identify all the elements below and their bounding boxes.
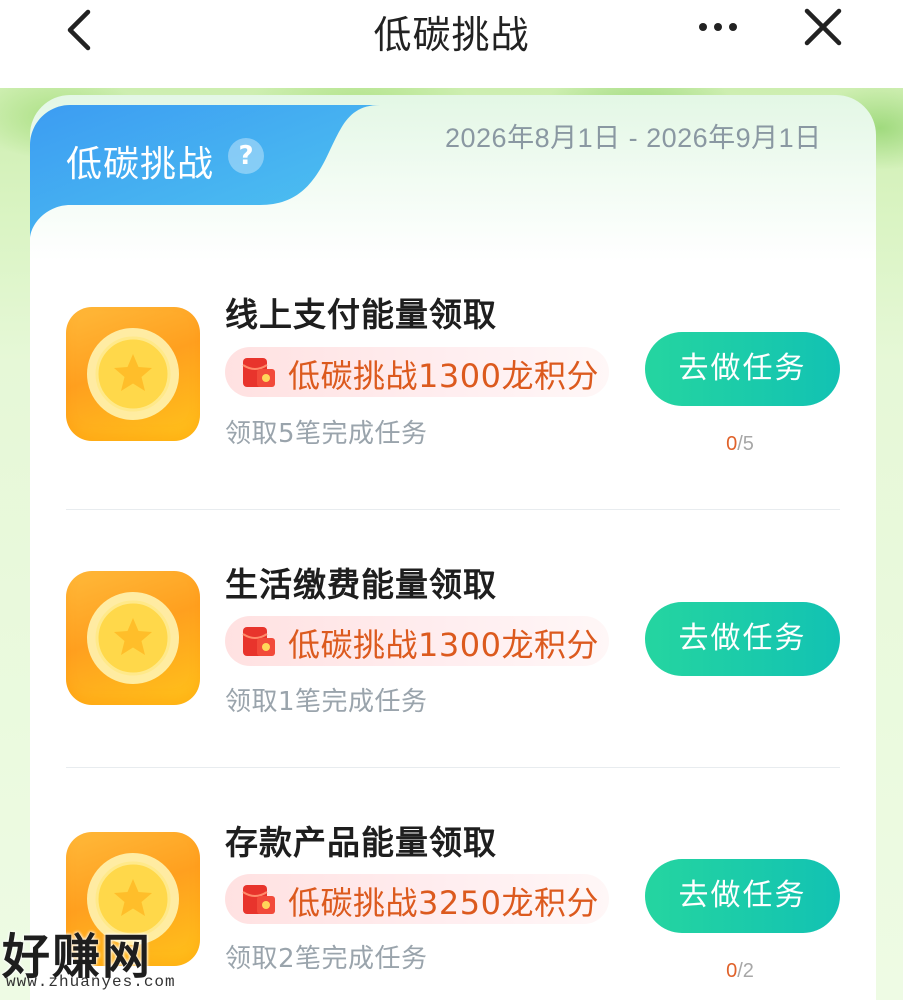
task-description: 领取5笔完成任务 — [225, 419, 428, 449]
task-progress: 0/5 — [700, 433, 780, 456]
watermark: 好赚网 www.zhuanyes.com — [0, 915, 200, 1000]
divider — [66, 767, 840, 768]
red-envelope-icon — [241, 355, 277, 389]
reward-text: 低碳挑战3250龙积分 — [288, 884, 599, 922]
date-range: 2026年8月1日 - 2026年9月1日 — [445, 123, 822, 153]
reward-badge: 低碳挑战1300龙积分 — [225, 347, 609, 397]
watermark-url: www.zhuanyes.com — [6, 973, 176, 991]
top-nav-bar: 低碳挑战 — [0, 0, 903, 88]
task-title: 存款产品能量领取 — [225, 823, 497, 862]
go-do-task-button[interactable]: 去做任务 — [645, 602, 840, 676]
progress-total: /2 — [737, 960, 754, 982]
red-envelope-icon — [241, 624, 277, 658]
task-item: 线上支付能量领取 低碳挑战1300龙积分 领取5笔完成任务 去做任务 0/5 — [0, 260, 903, 520]
task-progress: 0/2 — [700, 960, 780, 983]
close-icon[interactable] — [802, 6, 844, 48]
card-title: 低碳挑战 — [66, 144, 215, 185]
star-coin-icon — [66, 307, 200, 441]
progress-done: 0 — [726, 433, 738, 455]
page-title: 低碳挑战 — [373, 13, 530, 57]
progress-total: /5 — [737, 433, 754, 455]
help-icon[interactable]: ? — [228, 138, 264, 174]
task-description: 领取1笔完成任务 — [225, 687, 428, 717]
red-envelope-icon — [241, 882, 277, 916]
go-do-task-button[interactable]: 去做任务 — [645, 332, 840, 406]
card-header-tab: 低碳挑战 ? — [30, 105, 380, 240]
reward-badge: 低碳挑战1300龙积分 — [225, 616, 609, 666]
reward-text: 低碳挑战1300龙积分 — [288, 357, 599, 395]
more-dots-icon[interactable] — [696, 12, 740, 42]
reward-badge: 低碳挑战3250龙积分 — [225, 874, 609, 924]
task-title: 生活缴费能量领取 — [225, 565, 497, 604]
progress-done: 0 — [726, 960, 738, 982]
task-description: 领取2笔完成任务 — [225, 944, 428, 974]
task-title: 线上支付能量领取 — [225, 295, 497, 334]
reward-text: 低碳挑战1300龙积分 — [288, 626, 599, 664]
star-coin-icon — [66, 571, 200, 705]
go-do-task-button[interactable]: 去做任务 — [645, 859, 840, 933]
task-item: 生活缴费能量领取 低碳挑战1300龙积分 领取1笔完成任务 去做任务 — [0, 530, 903, 790]
divider — [66, 509, 840, 510]
